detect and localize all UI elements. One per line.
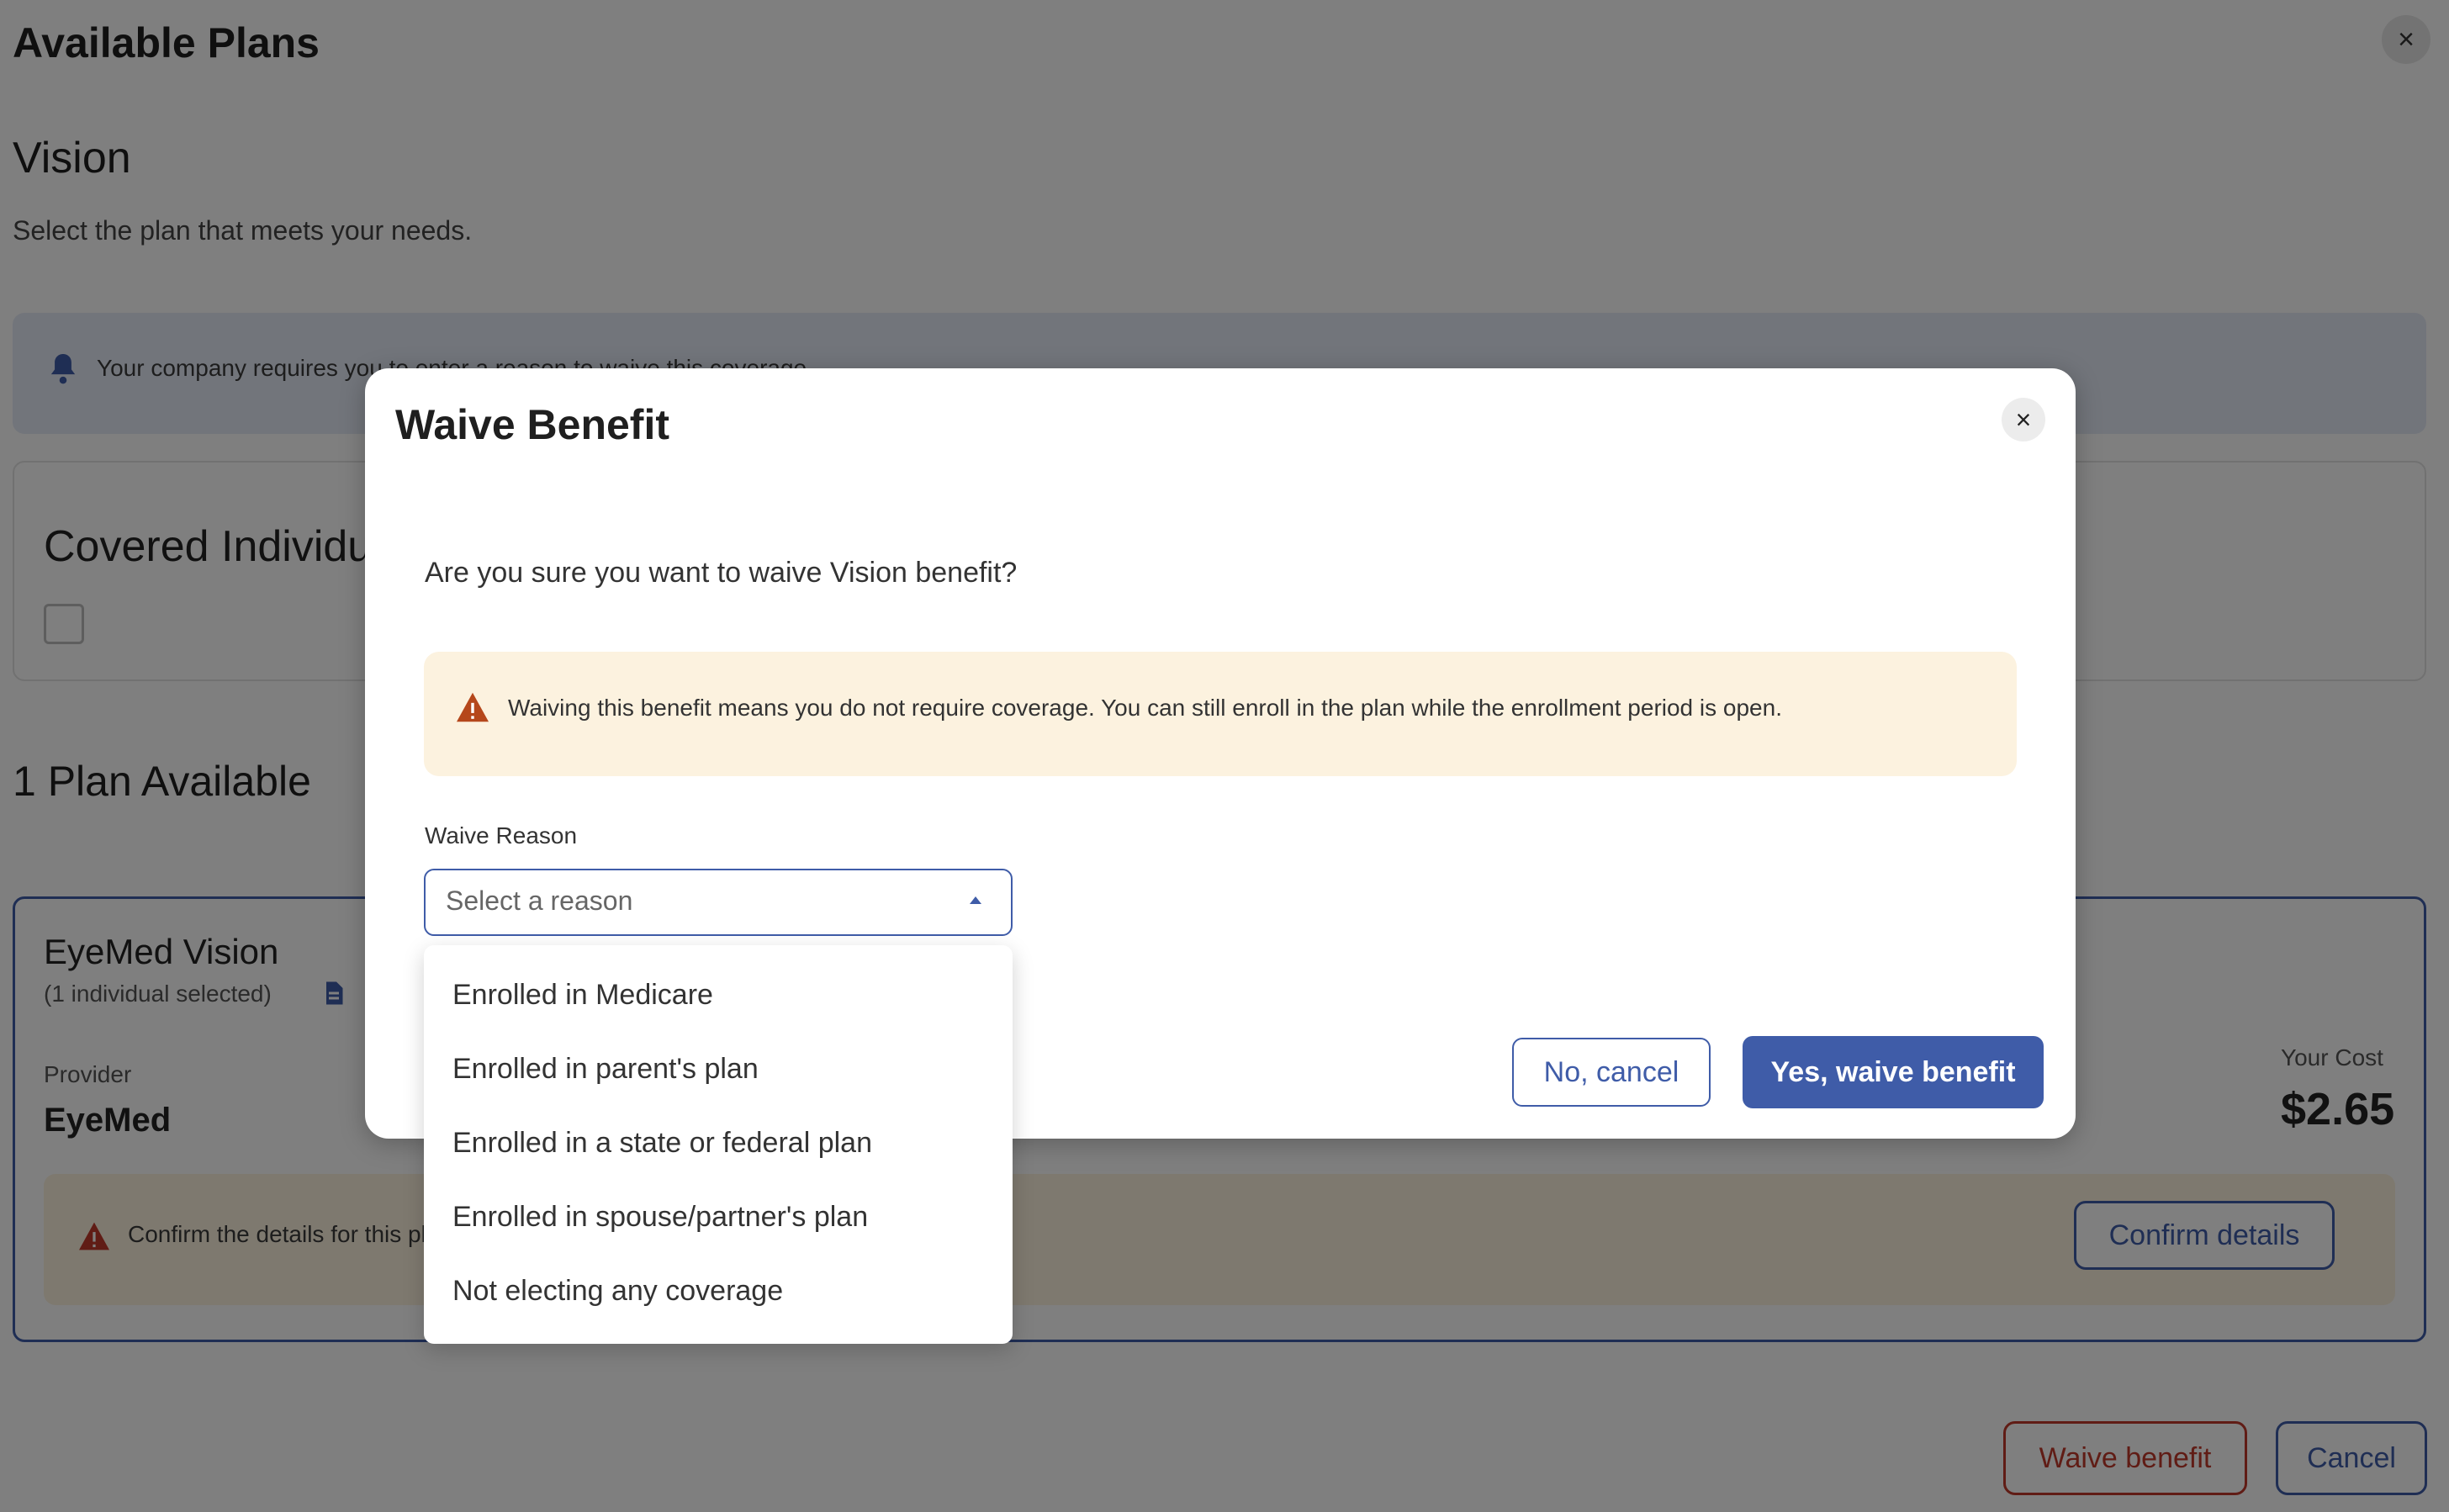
dropdown-option[interactable]: Enrolled in a state or federal plan xyxy=(452,1127,872,1160)
waive-reason-label: Waive Reason xyxy=(425,822,578,849)
dropdown-option[interactable]: Enrolled in Medicare xyxy=(452,979,713,1012)
yes-waive-benefit-button[interactable]: Yes, waive benefit xyxy=(1743,1036,2044,1108)
warning-icon xyxy=(457,692,489,722)
waive-reason-placeholder: Select a reason xyxy=(446,886,633,916)
modal-close-icon[interactable]: × xyxy=(2002,398,2045,441)
caret-up-icon xyxy=(970,896,981,904)
no-cancel-button[interactable]: No, cancel xyxy=(1512,1038,1711,1107)
modal-question: Are you sure you want to waive Vision be… xyxy=(425,557,1018,589)
warning-text: Waiving this benefit means you do not re… xyxy=(508,695,1782,721)
dropdown-option[interactable]: Enrolled in parent's plan xyxy=(452,1053,759,1086)
modal-title: Waive Benefit xyxy=(395,401,670,448)
dropdown-option[interactable]: Enrolled in spouse/partner's plan xyxy=(452,1201,868,1234)
dropdown-option[interactable]: Not electing any coverage xyxy=(452,1275,783,1308)
